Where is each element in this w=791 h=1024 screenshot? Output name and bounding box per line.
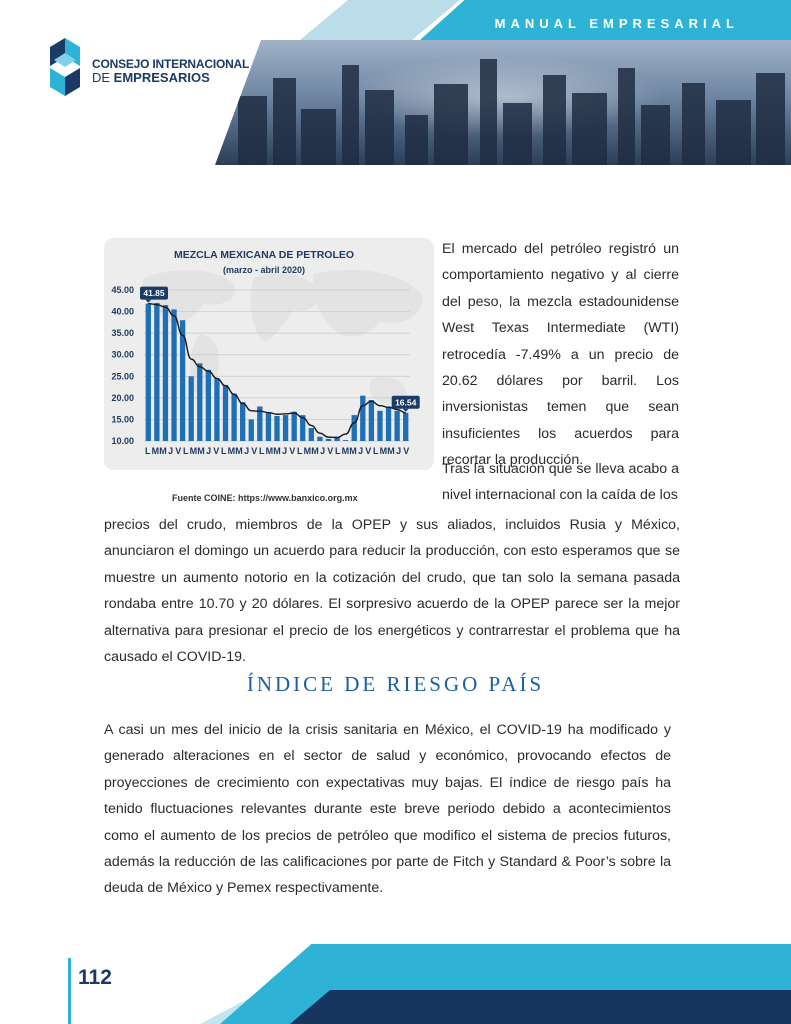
x-tick-label: M	[159, 446, 167, 456]
chart-svg: MEZCLA MEXICANA DE PETROLEO (marzo - abr…	[111, 249, 423, 456]
x-tick-label: M	[380, 446, 388, 456]
data-label: 16.54	[395, 397, 417, 407]
section-title: ÍNDICE DE RIESGO PAÍS	[246, 672, 545, 696]
x-tick-label: M	[342, 446, 350, 456]
x-tick-label: M	[197, 446, 205, 456]
x-tick-label: J	[320, 446, 325, 456]
x-tick-label: M	[349, 446, 357, 456]
header-city-image	[215, 40, 791, 165]
x-tick-label: V	[327, 446, 333, 456]
chart-bar	[197, 363, 203, 441]
chart-bar	[231, 393, 237, 441]
paragraph-international-situation: Tras la situación que se lleva acabo a n…	[442, 461, 679, 504]
x-tick-label: V	[213, 446, 219, 456]
y-tick-label: 35.00	[111, 328, 134, 338]
x-tick-label: L	[183, 446, 189, 456]
logo-line-2: DE EMPRESARIOS	[92, 70, 210, 85]
chart-bar	[282, 415, 289, 441]
header-title: MANUAL EMPRESARIAL	[494, 16, 739, 31]
footer-band-dark	[290, 990, 791, 1024]
chart-bar	[360, 395, 366, 441]
x-tick-label: V	[289, 446, 295, 456]
x-tick-label: M	[387, 446, 395, 456]
chart-bar	[222, 384, 229, 441]
chart-bar	[145, 303, 151, 441]
x-tick-label: L	[335, 446, 341, 456]
x-tick-label: L	[259, 446, 265, 456]
chart-bar	[240, 402, 246, 441]
x-tick-label: J	[168, 446, 173, 456]
chart-title: MEZCLA MEXICANA DE PETROLEO	[174, 249, 354, 261]
x-tick-label: M	[266, 446, 274, 456]
x-tick-label: J	[244, 446, 249, 456]
y-tick-label: 25.00	[111, 371, 134, 381]
x-tick-label: V	[403, 446, 409, 456]
y-tick-label: 45.00	[111, 285, 134, 295]
chart-subtitle: (marzo - abril 2020)	[223, 265, 305, 275]
logo-mark-icon	[50, 38, 80, 96]
chart-bar	[385, 406, 392, 441]
chart-bar	[205, 369, 212, 441]
page-number: 112	[78, 966, 112, 989]
oil-price-chart: MEZCLA MEXICANA DE PETROLEO (marzo - abr…	[104, 238, 434, 470]
chart-bar	[214, 378, 220, 441]
chart-bar	[291, 411, 297, 441]
footer-rule	[68, 958, 71, 1024]
x-tick-label: M	[152, 446, 160, 456]
x-tick-label: L	[297, 446, 303, 456]
chart-bar	[351, 415, 357, 441]
chart-bar	[162, 305, 169, 441]
x-tick-label: L	[373, 446, 379, 456]
chart-bar	[265, 412, 272, 441]
x-tick-label: M	[273, 446, 281, 456]
chart-bar	[171, 309, 177, 441]
y-tick-label: 20.00	[111, 393, 134, 403]
x-tick-label: V	[365, 446, 371, 456]
chart-bar	[377, 410, 383, 441]
x-tick-label: J	[282, 446, 287, 456]
chart-bar	[308, 428, 314, 441]
chart-bar	[188, 376, 194, 441]
x-tick-label: L	[221, 446, 227, 456]
x-tick-label: M	[190, 446, 198, 456]
chart-bar	[317, 436, 323, 441]
logo-line-1: CONSEJO INTERNACIONAL	[92, 57, 250, 71]
chart-bar	[403, 412, 409, 441]
x-tick-label: M	[235, 446, 243, 456]
logo: CONSEJO INTERNACIONAL DE EMPRESARIOS	[48, 36, 250, 98]
chart-bar	[342, 440, 349, 441]
x-tick-label: M	[311, 446, 319, 456]
chart-bar	[248, 419, 254, 441]
x-tick-label: J	[396, 446, 401, 456]
paragraph-opep-agreement: precios del crudo, miembros de la OPEP y…	[104, 517, 680, 666]
chart-bar	[325, 438, 332, 441]
paragraph-oil-market: El mercado del petróleo registró un comp…	[442, 241, 679, 469]
y-tick-label: 30.00	[111, 350, 134, 360]
chart-source: Fuente COINE: https://www.banxico.org.mx	[172, 493, 358, 503]
chart-bar	[274, 415, 280, 441]
x-tick-label: L	[145, 446, 151, 456]
x-tick-label: M	[304, 446, 312, 456]
chart-bar	[368, 400, 375, 441]
x-tick-label: M	[228, 446, 236, 456]
x-tick-label: V	[175, 446, 181, 456]
x-tick-label: V	[251, 446, 257, 456]
paragraph-country-risk: A casi un mes del inicio de la crisis sa…	[104, 722, 671, 897]
chart-bar	[394, 410, 400, 441]
x-tick-label: J	[358, 446, 363, 456]
y-tick-label: 40.00	[111, 307, 134, 317]
y-tick-label: 15.00	[111, 414, 134, 424]
x-tick-label: J	[206, 446, 211, 456]
data-label: 41.85	[143, 288, 165, 298]
y-tick-label: 10.00	[111, 436, 134, 446]
chart-bar	[154, 302, 160, 441]
